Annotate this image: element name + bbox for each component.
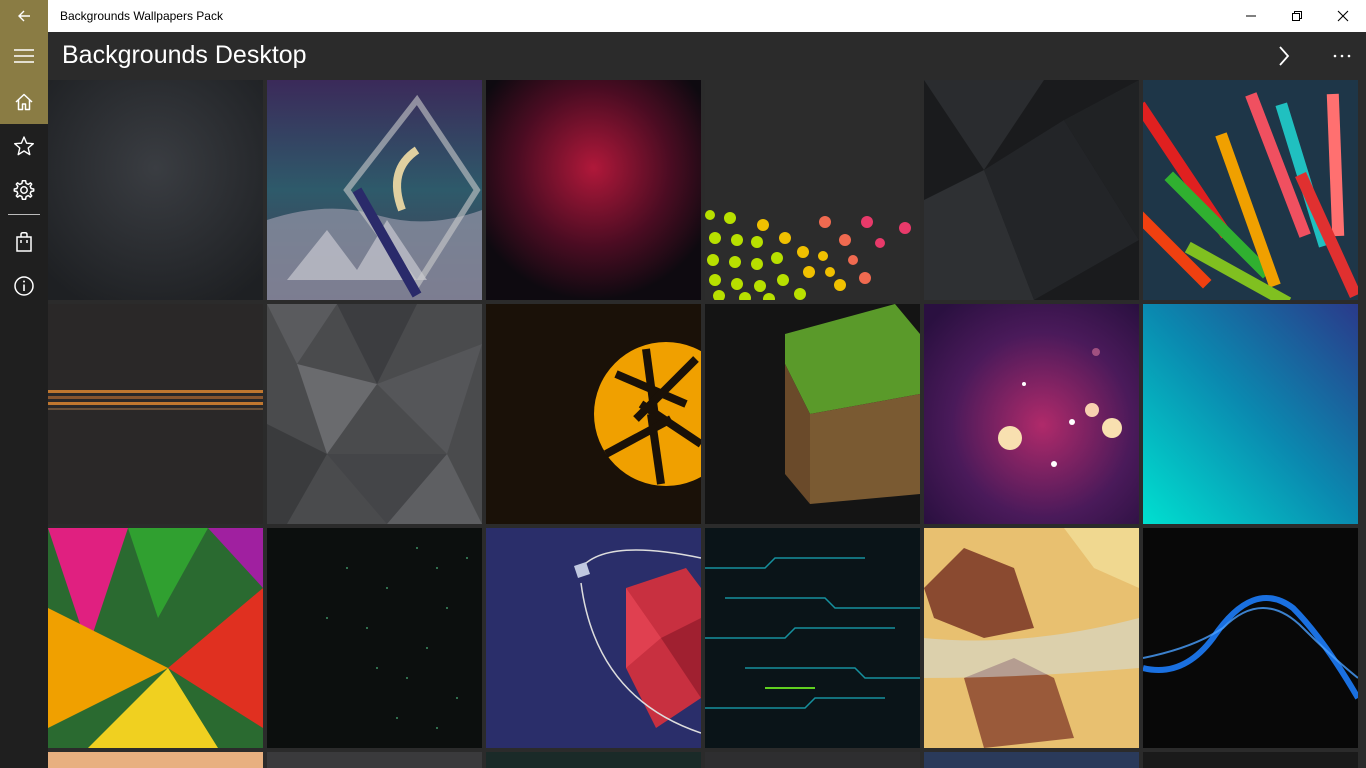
wallpaper-tile-blue-wave[interactable] <box>1143 528 1358 748</box>
wallpaper-tile-crimson-gradient[interactable] <box>486 80 701 300</box>
wallpaper-tile-orange-aperture[interactable] <box>486 304 701 524</box>
home-icon <box>15 93 33 111</box>
sidebar-item-about[interactable] <box>0 264 48 308</box>
wallpaper-tile-dotted-stripe[interactable] <box>48 304 263 524</box>
more-button[interactable] <box>1318 32 1366 80</box>
wallpaper-tile-black-geometric[interactable] <box>924 80 1139 300</box>
wallpaper-grid <box>48 80 1366 768</box>
wallpaper-tile-3d-colorful-bars[interactable] <box>1143 80 1358 300</box>
restore-button[interactable] <box>1274 0 1320 32</box>
page-header: Backgrounds Desktop <box>48 32 1366 80</box>
shopping-bag-icon <box>16 232 32 252</box>
app-title: Backgrounds Wallpapers Pack <box>60 9 223 23</box>
back-button[interactable] <box>0 0 48 32</box>
back-arrow-icon <box>18 10 30 22</box>
wallpaper-tile[interactable] <box>1143 752 1358 768</box>
info-icon <box>14 276 34 296</box>
page-title: Backgrounds Desktop <box>62 41 307 69</box>
wallpaper-tile-gray-polygons[interactable] <box>267 304 482 524</box>
next-button[interactable] <box>1260 32 1308 80</box>
star-icon <box>14 136 34 156</box>
close-button[interactable] <box>1320 0 1366 32</box>
wallpaper-tile-rainbow-abstract[interactable] <box>48 528 263 748</box>
wallpaper-tile-mountain-planet-triangle[interactable] <box>267 80 482 300</box>
sidebar-item-home[interactable] <box>0 80 48 124</box>
minimize-icon <box>1246 15 1256 17</box>
minimize-button[interactable] <box>1228 0 1274 32</box>
wallpaper-tile-circuit-lines[interactable] <box>705 528 920 748</box>
chevron-right-icon <box>1279 46 1290 66</box>
wallpaper-tile-purple-bokeh[interactable] <box>924 304 1139 524</box>
menu-button[interactable] <box>0 32 48 80</box>
gear-icon <box>13 180 35 200</box>
wallpaper-tile[interactable] <box>924 752 1139 768</box>
wallpaper-tile-low-poly-landscape[interactable] <box>924 528 1139 748</box>
wallpaper-tile[interactable] <box>267 752 482 768</box>
sidebar-separator <box>8 214 40 215</box>
wallpaper-tile[interactable] <box>705 752 920 768</box>
wallpaper-tile-green-particles[interactable] <box>267 528 482 748</box>
title-bar: Backgrounds Wallpapers Pack <box>0 0 1366 32</box>
wallpaper-tile-teal-blue-gradient[interactable] <box>1143 304 1358 524</box>
wallpaper-tile-grass-block-cube[interactable] <box>705 304 920 524</box>
wallpaper-tile-colored-dots[interactable] <box>705 80 920 300</box>
wallpaper-tile[interactable] <box>486 752 701 768</box>
sidebar-item-store[interactable] <box>0 220 48 264</box>
sidebar-item-favorites[interactable] <box>0 124 48 168</box>
sidebar-item-settings[interactable] <box>0 168 48 212</box>
wallpaper-tile-red-low-poly-planet[interactable] <box>486 528 701 748</box>
hamburger-icon <box>14 49 34 63</box>
more-dots-icon <box>1333 54 1351 58</box>
wallpaper-tile-dark-texture[interactable] <box>48 80 263 300</box>
wallpaper-tile[interactable] <box>48 752 263 768</box>
sidebar <box>0 32 48 768</box>
restore-icon <box>1292 11 1302 21</box>
close-icon <box>1337 10 1349 22</box>
